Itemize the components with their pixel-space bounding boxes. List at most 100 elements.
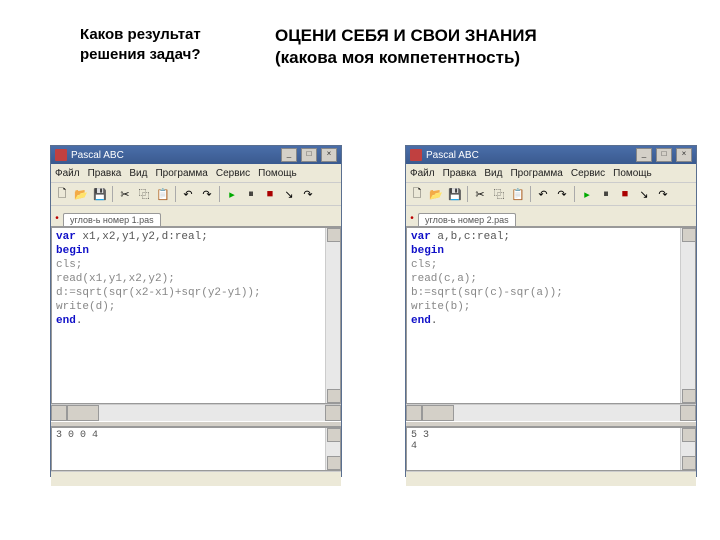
menu-service[interactable]: Сервис bbox=[216, 168, 250, 179]
save-icon[interactable]: 💾 bbox=[91, 185, 109, 203]
code-editor[interactable]: var a,b,c:real; begin cls; read(c,a); b:… bbox=[406, 227, 696, 404]
cut-icon[interactable]: ✂ bbox=[116, 185, 134, 203]
code-line: cls; bbox=[56, 259, 82, 271]
toolbar-separator bbox=[175, 186, 176, 202]
keyword-end: end bbox=[56, 315, 76, 327]
output-line2: 4 bbox=[411, 441, 691, 452]
menu-file[interactable]: Файл bbox=[55, 168, 80, 179]
run-icon[interactable]: ▸ bbox=[578, 185, 596, 203]
end-dot: . bbox=[76, 315, 83, 327]
output-line1: 5 3 bbox=[411, 430, 691, 441]
step-icon[interactable]: ↘ bbox=[280, 185, 298, 203]
code-content: var a,b,c:real; begin cls; read(c,a); b:… bbox=[407, 228, 695, 330]
menu-program[interactable]: Программа bbox=[155, 168, 207, 179]
step-icon[interactable]: ↘ bbox=[635, 185, 653, 203]
paste-icon[interactable]: 📋 bbox=[509, 185, 527, 203]
toolbar-separator bbox=[467, 186, 468, 202]
copy-icon[interactable]: ⿻ bbox=[135, 185, 153, 203]
close-button[interactable]: × bbox=[676, 148, 692, 162]
menu-view[interactable]: Вид bbox=[484, 168, 502, 179]
scrollbar-vertical[interactable] bbox=[680, 228, 695, 403]
scrollbar-vertical[interactable] bbox=[325, 228, 340, 403]
scrollbar-horizontal[interactable] bbox=[406, 404, 696, 421]
stop-icon[interactable]: ■ bbox=[616, 185, 634, 203]
pascal-window-right: Pascal ABC _ □ × Файл Правка Вид Програм… bbox=[405, 145, 697, 477]
keyword-end: end bbox=[411, 315, 431, 327]
redo-icon[interactable]: ↷ bbox=[553, 185, 571, 203]
paste-icon[interactable]: 📋 bbox=[154, 185, 172, 203]
output-panel: 5 3 4 bbox=[406, 427, 696, 471]
titlebar[interactable]: Pascal ABC _ □ × bbox=[51, 146, 341, 164]
tabbar: • углов-ь номер 2.pas bbox=[406, 206, 696, 227]
save-icon[interactable]: 💾 bbox=[446, 185, 464, 203]
code-editor[interactable]: var x1,x2,y1,y2,d:real; begin cls; read(… bbox=[51, 227, 341, 404]
code-line: read(x1,y1,x2,y2); bbox=[56, 273, 175, 285]
app-icon bbox=[410, 149, 422, 161]
copy-icon[interactable]: ⿻ bbox=[490, 185, 508, 203]
tab-file-right[interactable]: углов-ь номер 2.pas bbox=[418, 213, 516, 226]
toolbar-separator bbox=[112, 186, 113, 202]
stepover-icon[interactable]: ↷ bbox=[654, 185, 672, 203]
tab-file-left[interactable]: углов-ь номер 1.pas bbox=[63, 213, 161, 226]
run-icon[interactable]: ▸ bbox=[223, 185, 241, 203]
scrollbar-vertical[interactable] bbox=[325, 428, 340, 470]
maximize-button[interactable]: □ bbox=[301, 148, 317, 162]
statusbar bbox=[406, 471, 696, 486]
keyword-begin: begin bbox=[56, 245, 89, 257]
toolbar-separator bbox=[530, 186, 531, 202]
menu-service[interactable]: Сервис bbox=[571, 168, 605, 179]
open-icon[interactable]: 📂 bbox=[427, 185, 445, 203]
scrollbar-vertical[interactable] bbox=[680, 428, 695, 470]
code-line: d:=sqrt(sqr(x2-x1)+sqr(y2-y1)); bbox=[56, 287, 261, 299]
var-declaration: x1,x2,y1,y2,d:real; bbox=[76, 231, 208, 243]
toolbar-separator bbox=[574, 186, 575, 202]
menubar: Файл Правка Вид Программа Сервис Помощь bbox=[51, 164, 341, 183]
keyword-var: var bbox=[56, 231, 76, 243]
menu-file[interactable]: Файл bbox=[410, 168, 435, 179]
stop-icon[interactable]: ■ bbox=[261, 185, 279, 203]
undo-icon[interactable]: ↶ bbox=[179, 185, 197, 203]
code-content: var x1,x2,y1,y2,d:real; begin cls; read(… bbox=[52, 228, 340, 330]
tab-modified-icon: • bbox=[408, 212, 416, 226]
toolbar: 🗋 📂 💾 ✂ ⿻ 📋 ↶ ↷ ▸ ⏸ ■ ↘ ↷ bbox=[406, 183, 696, 206]
var-declaration: a,b,c:real; bbox=[431, 231, 510, 243]
titlebar[interactable]: Pascal ABC _ □ × bbox=[406, 146, 696, 164]
pascal-window-left: Pascal ABC _ □ × Файл Правка Вид Програм… bbox=[50, 145, 342, 477]
code-line: write(b); bbox=[411, 301, 470, 313]
maximize-button[interactable]: □ bbox=[656, 148, 672, 162]
app-title: Pascal ABC bbox=[71, 150, 124, 161]
pause-icon[interactable]: ⏸ bbox=[597, 185, 615, 203]
new-icon[interactable]: 🗋 bbox=[53, 185, 71, 203]
code-line: read(c,a); bbox=[411, 273, 477, 285]
heading-right: ОЦЕНИ СЕБЯ И СВОИ ЗНАНИЯ (какова моя ком… bbox=[275, 25, 615, 69]
toolbar: 🗋 📂 💾 ✂ ⿻ 📋 ↶ ↷ ▸ ⏸ ■ ↘ ↷ bbox=[51, 183, 341, 206]
undo-icon[interactable]: ↶ bbox=[534, 185, 552, 203]
menu-help[interactable]: Помощь bbox=[613, 168, 652, 179]
toolbar-separator bbox=[219, 186, 220, 202]
code-line: write(d); bbox=[56, 301, 115, 313]
minimize-button[interactable]: _ bbox=[281, 148, 297, 162]
menu-edit[interactable]: Правка bbox=[443, 168, 477, 179]
pause-icon[interactable]: ⏸ bbox=[242, 185, 260, 203]
code-line: b:=sqrt(sqr(c)-sqr(a)); bbox=[411, 287, 563, 299]
cut-icon[interactable]: ✂ bbox=[471, 185, 489, 203]
new-icon[interactable]: 🗋 bbox=[408, 185, 426, 203]
heading-right-line1: ОЦЕНИ СЕБЯ И СВОИ ЗНАНИЯ bbox=[275, 25, 615, 47]
menu-view[interactable]: Вид bbox=[129, 168, 147, 179]
menu-program[interactable]: Программа bbox=[510, 168, 562, 179]
minimize-button[interactable]: _ bbox=[636, 148, 652, 162]
menu-help[interactable]: Помощь bbox=[258, 168, 297, 179]
statusbar bbox=[51, 471, 341, 486]
keyword-begin: begin bbox=[411, 245, 444, 257]
end-dot: . bbox=[431, 315, 438, 327]
output-text: 3 0 0 4 bbox=[56, 430, 98, 441]
stepover-icon[interactable]: ↷ bbox=[299, 185, 317, 203]
redo-icon[interactable]: ↷ bbox=[198, 185, 216, 203]
scrollbar-horizontal[interactable] bbox=[51, 404, 341, 421]
tab-modified-icon: • bbox=[53, 212, 61, 226]
app-icon bbox=[55, 149, 67, 161]
close-button[interactable]: × bbox=[321, 148, 337, 162]
open-icon[interactable]: 📂 bbox=[72, 185, 90, 203]
menubar: Файл Правка Вид Программа Сервис Помощь bbox=[406, 164, 696, 183]
menu-edit[interactable]: Правка bbox=[88, 168, 122, 179]
